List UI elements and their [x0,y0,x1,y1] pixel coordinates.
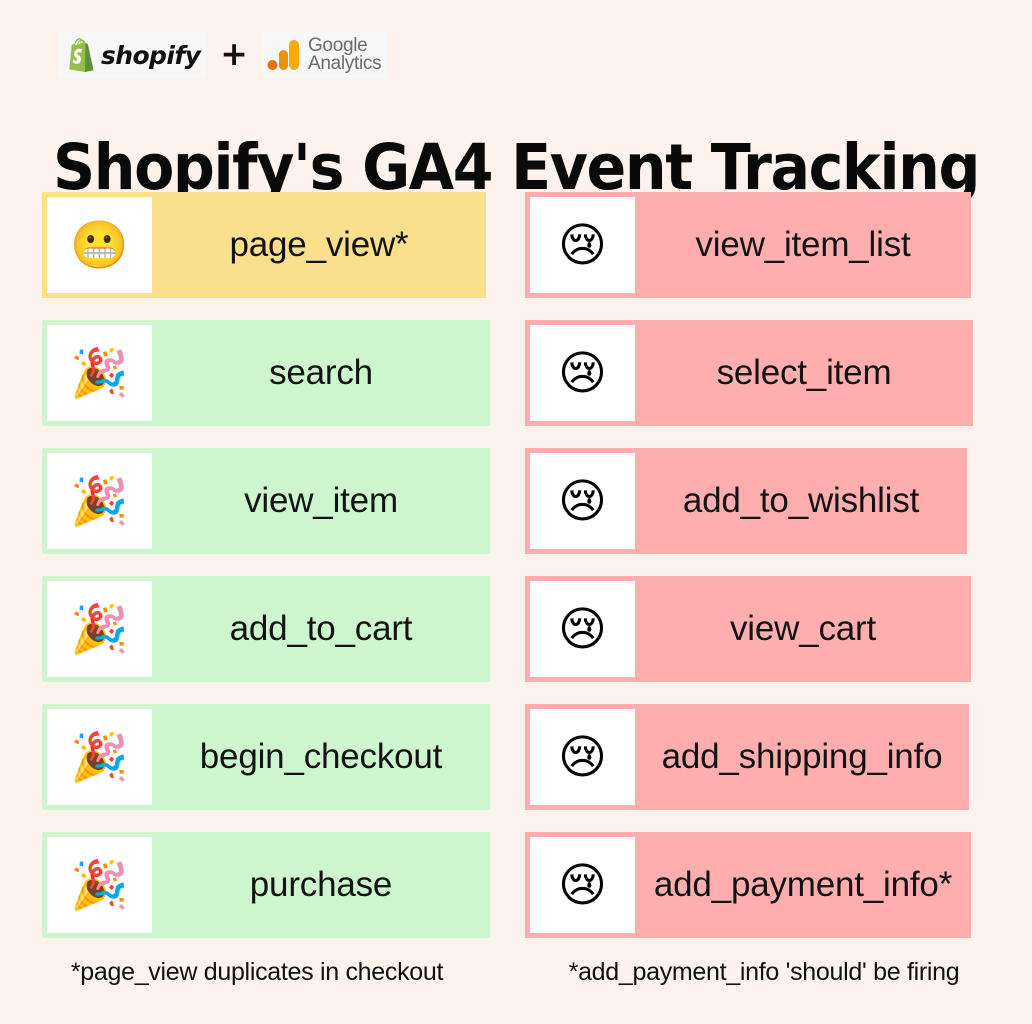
crying-face-emoji: 😢 [558,217,607,273]
crying-face-emoji: 😢 [558,345,607,401]
event-emoji-card: 🎉 [47,325,152,421]
event-emoji-card: 😬 [47,197,152,293]
google-analytics-wordmark: Google Analytics [307,36,382,74]
event-row: 🎉 add_to_cart [42,576,490,682]
event-row: 😢 view_cart [525,576,971,682]
event-name-label: add_shipping_info [661,737,943,776]
event-emoji-card: 🎉 [47,453,152,549]
event-emoji-card: 😢 [530,453,635,549]
event-name-label: page_view* [229,225,409,264]
event-row: 😢 add_payment_info* [525,832,971,938]
event-name-label: begin_checkout [199,737,443,776]
brand-logo-strip: shopify + Google Analytics [58,31,388,79]
event-emoji-card: 😢 [530,837,635,933]
event-row: 😢 select_item [525,320,973,426]
crying-face-emoji: 😢 [558,729,607,785]
event-emoji-card: 🎉 [47,581,152,677]
grimacing-face-emoji: 😬 [70,217,129,273]
event-name-label: select_item [716,353,892,392]
page-title: Shopify's GA4 Event Tracking [52,131,980,205]
event-name-label: view_item_list [695,225,911,264]
event-name-label: add_payment_info* [653,865,953,904]
event-row: 🎉 begin_checkout [42,704,490,810]
event-emoji-card: 🎉 [47,837,152,933]
ga-word-line-2: Analytics [307,53,382,74]
crying-face-emoji: 😢 [558,857,607,913]
event-row: 😬 page_view* [42,192,486,298]
party-popper-emoji: 🎉 [70,345,129,401]
crying-face-emoji: 😢 [558,473,607,529]
party-popper-emoji: 🎉 [70,473,129,529]
shopify-wordmark: shopify [101,40,201,70]
event-name-label: view_cart [729,609,877,648]
footnotes: *page_view duplicates in checkout *add_p… [0,958,1032,987]
event-emoji-card: 😢 [530,709,635,805]
footnote-add-payment-info: *add_payment_info 'should' be firing [568,958,960,986]
event-emoji-card: 😢 [530,581,635,677]
event-row: 🎉 search [42,320,490,426]
google-analytics-logo: Google Analytics [261,32,388,78]
event-column-right: 😢 view_item_list 😢 select_item 😢 add_to_wishl… [525,192,973,960]
event-name-label: search [269,353,373,392]
event-column-left: 😬 page_view* 🎉 search 🎉 view_item 🎉 add_to_cart… [42,192,490,960]
event-emoji-card: 🎉 [47,709,152,805]
shopify-logo: shopify [58,32,207,78]
event-name-label: purchase [249,865,393,904]
event-emoji-card: 😢 [530,197,635,293]
event-row: 🎉 purchase [42,832,490,938]
event-name-label: add_to_wishlist [682,481,920,520]
event-name-label: add_to_cart [229,609,413,648]
event-row: 😢 view_item_list [525,192,971,298]
event-name-label: view_item [244,481,398,520]
event-row: 😢 add_to_wishlist [525,448,967,554]
party-popper-emoji: 🎉 [70,729,129,785]
event-emoji-card: 😢 [530,325,635,421]
footnote-page-view: *page_view duplicates in checkout [70,958,444,986]
plus-icon: + [220,34,248,73]
event-row: 🎉 view_item [42,448,490,554]
party-popper-emoji: 🎉 [70,857,129,913]
party-popper-emoji: 🎉 [70,601,129,657]
crying-face-emoji: 😢 [558,601,607,657]
event-row: 😢 add_shipping_info [525,704,969,810]
google-analytics-bars-icon [267,38,301,72]
shopify-bag-icon [64,38,94,72]
